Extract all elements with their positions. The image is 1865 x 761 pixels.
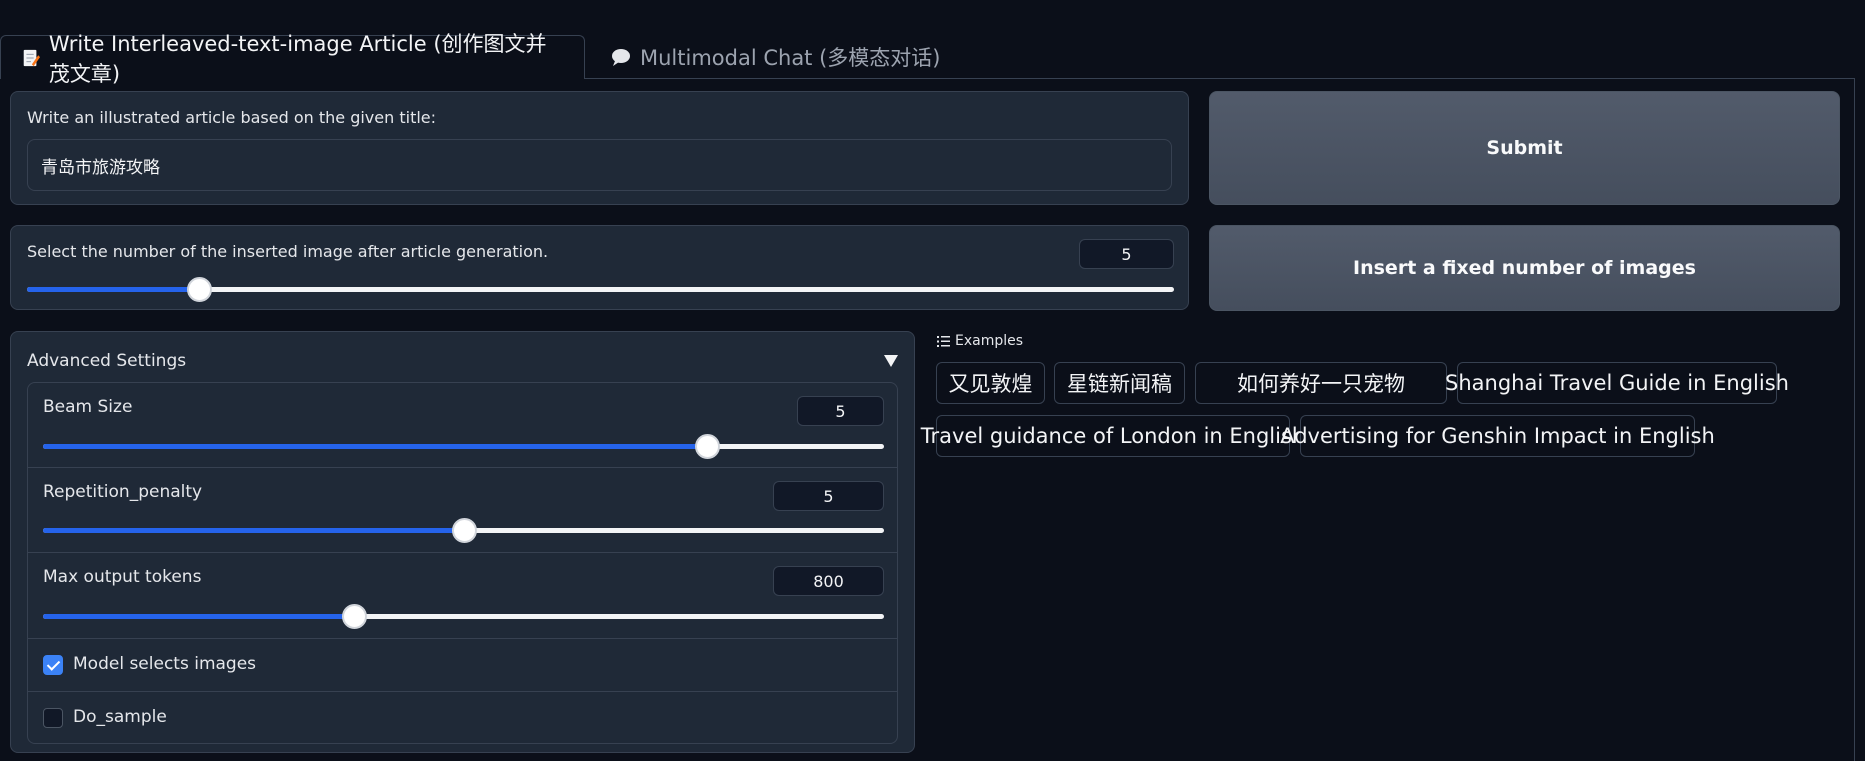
tab-panel-border <box>1854 78 1855 761</box>
do-sample-row[interactable]: Do_sample <box>28 692 897 743</box>
repetition-penalty-row: Repetition_penalty 5 <box>28 468 897 553</box>
advanced-settings-panel: Advanced Settings Beam Size 5 Repetition… <box>10 331 915 753</box>
tab-multimodal-chat[interactable]: Multimodal Chat (多模态对话) <box>590 35 960 79</box>
examples-header: Examples <box>937 333 1023 349</box>
example-button[interactable]: 又见敦煌 <box>936 362 1045 404</box>
beam-size-label: Beam Size <box>43 397 133 417</box>
model-selects-images-label: Model selects images <box>73 654 257 674</box>
image-count-slider[interactable] <box>27 277 1174 302</box>
advanced-settings-header[interactable]: Advanced Settings <box>27 347 898 375</box>
examples-label: Examples <box>955 333 1024 349</box>
speech-bubble-icon <box>612 49 630 66</box>
submit-button[interactable]: Submit <box>1209 91 1840 205</box>
slider-fill <box>43 528 464 533</box>
do-sample-label: Do_sample <box>73 707 167 727</box>
list-icon <box>937 335 950 347</box>
tab-write-article[interactable]: Write Interleaved-text-image Article (创作… <box>0 32 585 86</box>
max-tokens-input[interactable]: 800 <box>773 566 884 596</box>
slider-thumb[interactable] <box>451 518 477 543</box>
title-input-panel: Write an illustrated article based on th… <box>10 91 1189 205</box>
slider-thumb[interactable] <box>695 434 721 459</box>
beam-size-input[interactable]: 5 <box>797 396 884 426</box>
repetition-penalty-label: Repetition_penalty <box>43 482 203 502</box>
image-count-panel: Select the number of the inserted image … <box>10 225 1189 310</box>
collapse-triangle-icon[interactable] <box>884 355 898 367</box>
slider-thumb[interactable] <box>187 277 213 302</box>
slider-fill <box>27 287 200 292</box>
tab-label: Multimodal Chat (多模态对话) <box>640 46 941 70</box>
do-sample-checkbox[interactable] <box>43 708 63 728</box>
repetition-penalty-input[interactable]: 5 <box>773 481 884 511</box>
model-selects-images-checkbox[interactable] <box>43 655 63 675</box>
max-tokens-slider[interactable] <box>43 604 884 629</box>
tab-label: Write Interleaved-text-image Article (创作… <box>48 31 547 86</box>
slider-fill <box>43 614 355 619</box>
title-input-label: Write an illustrated article based on th… <box>27 108 437 127</box>
repetition-penalty-slider[interactable] <box>43 518 884 543</box>
slider-fill <box>43 444 708 449</box>
memo-icon <box>23 49 41 66</box>
beam-size-slider[interactable] <box>43 434 884 459</box>
image-count-label: Select the number of the inserted image … <box>27 242 549 261</box>
tab-divider <box>584 78 1855 79</box>
example-button[interactable]: Travel guidance of London in English <box>921 415 1305 457</box>
max-tokens-label: Max output tokens <box>43 567 202 587</box>
advanced-settings-body: Beam Size 5 Repetition_penalty 5 Max out… <box>27 382 898 744</box>
example-button[interactable]: 如何养好一只宠物 <box>1195 362 1447 404</box>
beam-size-row: Beam Size 5 <box>28 383 897 468</box>
advanced-settings-title: Advanced Settings <box>27 351 187 371</box>
slider-thumb[interactable] <box>342 604 368 629</box>
image-count-input[interactable]: 5 <box>1079 239 1174 269</box>
insert-images-button[interactable]: Insert a fixed number of images <box>1209 225 1840 311</box>
title-input[interactable]: 青岛市旅游攻略 <box>27 139 1172 191</box>
example-button[interactable]: Advertising for Genshin Impact in Englis… <box>1280 415 1715 457</box>
model-selects-images-row[interactable]: Model selects images <box>28 639 897 692</box>
example-button[interactable]: Shanghai Travel Guide in English <box>1445 362 1789 404</box>
max-tokens-row: Max output tokens 800 <box>28 553 897 639</box>
example-button[interactable]: 星链新闻稿 <box>1054 362 1185 404</box>
